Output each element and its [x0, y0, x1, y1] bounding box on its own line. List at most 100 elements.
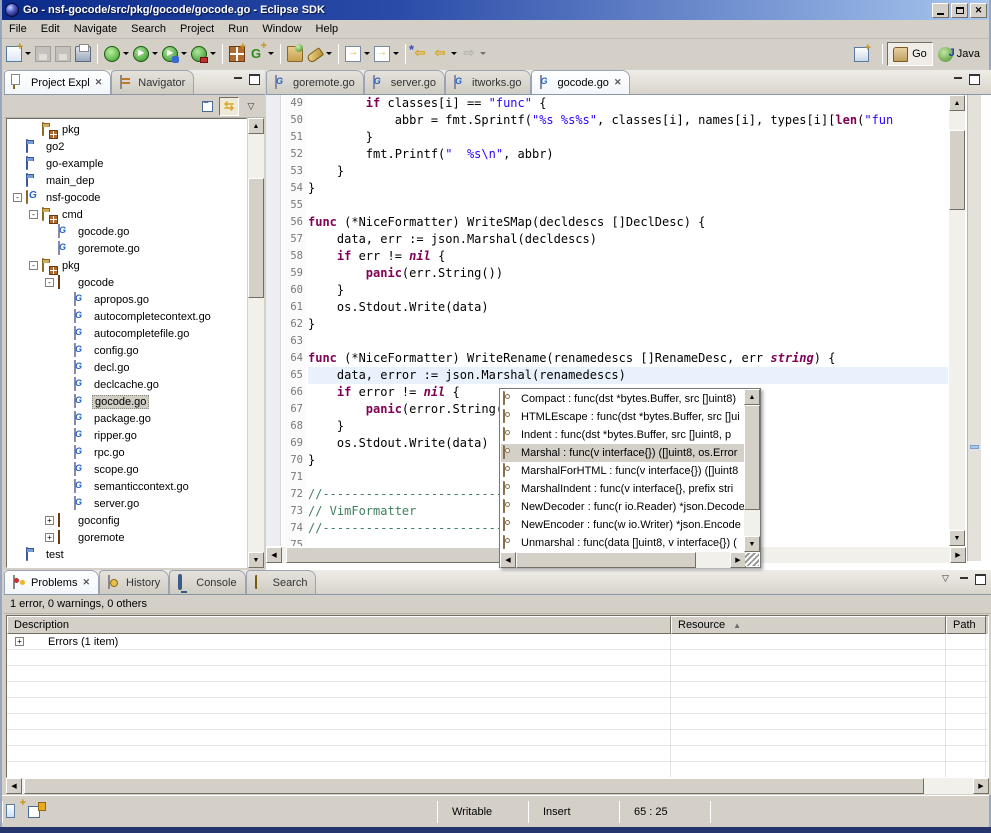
- menu-project[interactable]: Project: [173, 21, 221, 37]
- close-tab-icon[interactable]: ✕: [614, 77, 622, 88]
- code-line-63[interactable]: [308, 333, 948, 350]
- tree-expander[interactable]: +: [45, 516, 54, 525]
- autocomplete-item[interactable]: MarshalForHTML : func(v interface{}) ([]…: [501, 462, 745, 480]
- scroll-right-arrow[interactable]: ▶: [730, 552, 746, 568]
- scroll-thumb[interactable]: [744, 405, 760, 510]
- back-button-dropdown[interactable]: [451, 52, 457, 55]
- title-bar[interactable]: Go - nsf-gocode/src/pkg/gocode/gocode.go…: [2, 0, 989, 20]
- maximize-view-button[interactable]: [974, 573, 987, 584]
- fast-view-icon[interactable]: [6, 804, 22, 820]
- column-header-description[interactable]: Description: [7, 616, 671, 634]
- explorer-vertical-scrollbar[interactable]: ▲▼: [248, 118, 265, 568]
- scroll-left-arrow[interactable]: ◀: [266, 547, 282, 563]
- tree-item-package-go[interactable]: package.go: [7, 410, 246, 427]
- editor-vertical-scrollbar[interactable]: ▲▼: [949, 95, 966, 546]
- tree-item-config-go[interactable]: config.go: [7, 342, 246, 359]
- maximize-button[interactable]: [951, 3, 968, 18]
- problems-horizontal-scrollbar[interactable]: ◀▶: [6, 778, 989, 795]
- external-tools-button[interactable]: [189, 43, 218, 65]
- tree-item-autocompletefile-go[interactable]: autocompletefile.go: [7, 325, 246, 342]
- minimize-view-button[interactable]: [958, 573, 971, 584]
- run-button-dropdown[interactable]: [152, 52, 158, 55]
- autocomplete-item[interactable]: Marshal : func(v interface{}) ([]uint8, …: [501, 444, 745, 462]
- run-button[interactable]: [131, 43, 160, 65]
- open-perspective-button[interactable]: [849, 42, 878, 66]
- previous-annotation-button-dropdown[interactable]: [393, 52, 399, 55]
- new-go-package-button[interactable]: [227, 43, 247, 65]
- tree-item-main-dep[interactable]: main_dep: [7, 172, 246, 189]
- code-line-55[interactable]: [308, 197, 948, 214]
- code-line-58[interactable]: if err != nil {: [308, 248, 948, 265]
- tree-expander[interactable]: +: [45, 533, 54, 542]
- autocomplete-item[interactable]: HTMLEscape : func(dst *bytes.Buffer, src…: [501, 408, 745, 426]
- view-tab-console[interactable]: Console: [169, 570, 245, 594]
- print-button[interactable]: [73, 43, 93, 65]
- perspective-java[interactable]: Java: [933, 42, 985, 66]
- editor-tab-gocode-go[interactable]: gocode.go✕: [531, 70, 631, 94]
- open-resource-button[interactable]: [285, 43, 305, 65]
- code-line-60[interactable]: }: [308, 282, 948, 299]
- debug-button-dropdown[interactable]: [123, 52, 129, 55]
- search-button-dropdown[interactable]: [326, 52, 332, 55]
- new-wizard-button-dropdown[interactable]: [25, 52, 31, 55]
- next-annotation-button-dropdown[interactable]: [364, 52, 370, 55]
- autocomplete-item[interactable]: NewDecoder : func(r io.Reader) *json.Dec…: [501, 498, 745, 516]
- tree-item-decl-go[interactable]: decl.go: [7, 359, 246, 376]
- minimize-button[interactable]: [932, 3, 949, 18]
- perspective-go[interactable]: Go: [887, 42, 933, 66]
- tree-item-goremote-go[interactable]: goremote.go: [7, 240, 246, 257]
- code-line-59[interactable]: panic(err.String()): [308, 265, 948, 282]
- view-tab-navigator[interactable]: Navigator: [111, 70, 194, 94]
- code-line-51[interactable]: }: [308, 129, 948, 146]
- code-line-49[interactable]: if classes[i] == "func" {: [308, 95, 948, 112]
- editor-tab-server-go[interactable]: server.go: [364, 70, 445, 94]
- code-line-64[interactable]: func (*NiceFormatter) WriteRename(rename…: [308, 350, 948, 367]
- code-line-56[interactable]: func (*NiceFormatter) WriteSMap(decldesc…: [308, 214, 948, 231]
- tree-item-semanticcontext-go[interactable]: semanticcontext.go: [7, 478, 246, 495]
- view-menu-button[interactable]: ▽: [942, 573, 955, 584]
- code-line-54[interactable]: }: [308, 180, 948, 197]
- run-history-button[interactable]: [160, 43, 189, 65]
- row-expander[interactable]: +: [15, 637, 24, 646]
- close-tab-icon[interactable]: ✕: [82, 577, 90, 588]
- code-line-53[interactable]: }: [308, 163, 948, 180]
- tree-item-pkg[interactable]: -pkg: [7, 257, 246, 274]
- tree-item-apropos-go[interactable]: apropos.go: [7, 291, 246, 308]
- run-history-button-dropdown[interactable]: [181, 52, 187, 55]
- tree-item-gocode[interactable]: -gocode: [7, 274, 246, 291]
- close-tab-icon[interactable]: ✕: [95, 77, 103, 88]
- view-tab-history[interactable]: History: [99, 570, 169, 594]
- close-button[interactable]: ✕: [970, 3, 987, 18]
- scroll-down-arrow[interactable]: ▼: [949, 530, 965, 546]
- scroll-thumb[interactable]: [516, 552, 696, 568]
- maximize-editor-button[interactable]: [968, 73, 981, 84]
- previous-annotation-button[interactable]: [372, 43, 401, 65]
- code-line-50[interactable]: abbr = fmt.Sprintf("%s %s%s", classes[i]…: [308, 112, 948, 129]
- tree-item-cmd[interactable]: -cmd: [7, 206, 246, 223]
- tree-expander[interactable]: -: [45, 278, 54, 287]
- collapse-all-button[interactable]: [197, 97, 217, 116]
- autocomplete-item[interactable]: Indent : func(dst *bytes.Buffer, src []u…: [501, 426, 745, 444]
- code-line-62[interactable]: }: [308, 316, 948, 333]
- tree-item-gocode-go[interactable]: gocode.go: [7, 393, 246, 410]
- view-tab-search[interactable]: Search: [246, 570, 317, 594]
- scroll-up-arrow[interactable]: ▲: [744, 389, 760, 405]
- tree-expander[interactable]: -: [29, 210, 38, 219]
- scroll-thumb[interactable]: [248, 178, 264, 298]
- menu-edit[interactable]: Edit: [34, 21, 67, 37]
- menu-navigate[interactable]: Navigate: [67, 21, 124, 37]
- minimize-editor-button[interactable]: [952, 73, 965, 84]
- minimize-view-button[interactable]: [232, 73, 245, 84]
- tree-item-goconfig[interactable]: +goconfig: [7, 512, 246, 529]
- menu-help[interactable]: Help: [309, 21, 346, 37]
- tree-item-go-example[interactable]: go-example: [7, 155, 246, 172]
- tree-item-goremote[interactable]: +goremote: [7, 529, 246, 546]
- view-menu-button[interactable]: ▽: [241, 97, 261, 116]
- external-tools-button-dropdown[interactable]: [210, 52, 216, 55]
- tree-expander[interactable]: -: [29, 261, 38, 270]
- current-line-marker[interactable]: [970, 445, 979, 449]
- autocomplete-item[interactable]: Compact : func(dst *bytes.Buffer, src []…: [501, 390, 745, 408]
- maximize-view-button[interactable]: [248, 73, 261, 84]
- autocomplete-item[interactable]: MarshalIndent : func(v interface{}, pref…: [501, 480, 745, 498]
- new-go-element-button[interactable]: [247, 43, 276, 65]
